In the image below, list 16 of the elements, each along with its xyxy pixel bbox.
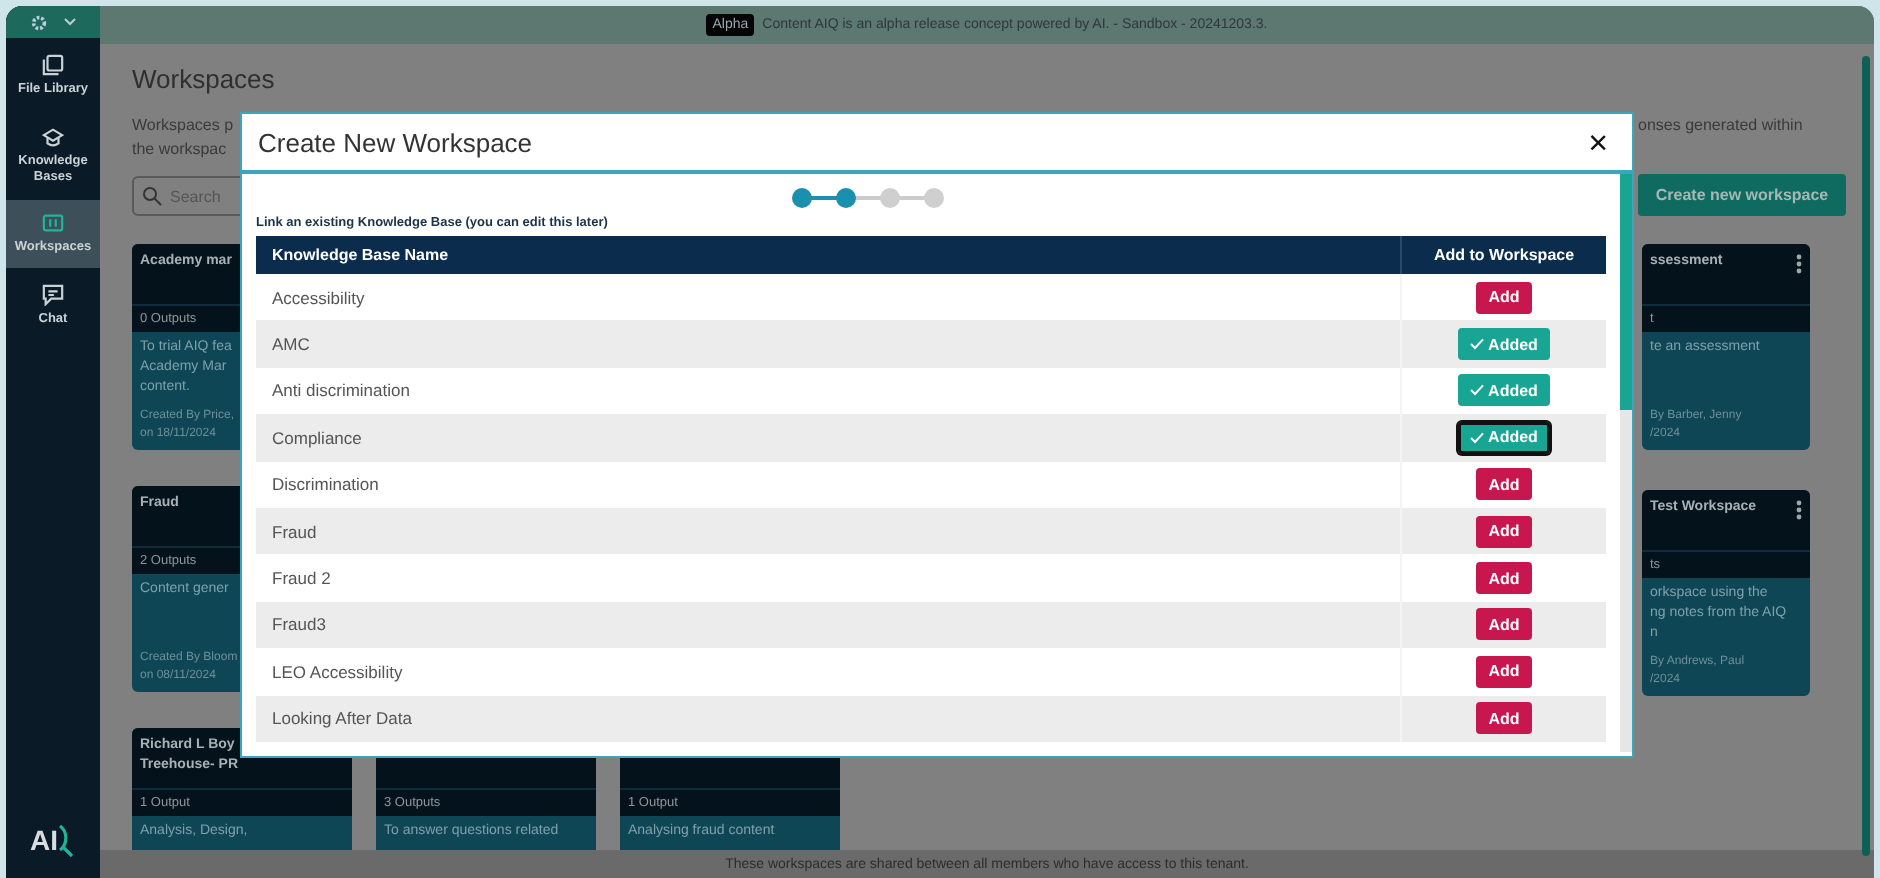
table-cell-text: LEO Accessibility — [270, 659, 405, 686]
table-cell-text: Compliance — [270, 425, 364, 452]
table-cell-text: Accessibility — [270, 285, 367, 312]
table-cell-text: Looking After Data — [270, 706, 414, 733]
page-description: the workspac — [132, 138, 229, 162]
table-cell-text: Anti discrimination — [270, 378, 412, 405]
page-description: Workspaces p — [132, 114, 234, 138]
table-cell-text: Discrimination — [270, 472, 381, 499]
table-cell-text: Fraud — [270, 519, 319, 546]
table-cell-text: AMC — [270, 332, 312, 359]
page-description: onses generated within — [1638, 114, 1805, 138]
column-header: Knowledge Base Name — [270, 244, 451, 268]
page-title: Workspaces — [132, 64, 277, 94]
dialog-title: Create New Workspace — [258, 127, 533, 157]
logo: AI — [6, 822, 100, 858]
table-cell-text: Fraud3 — [270, 612, 328, 639]
